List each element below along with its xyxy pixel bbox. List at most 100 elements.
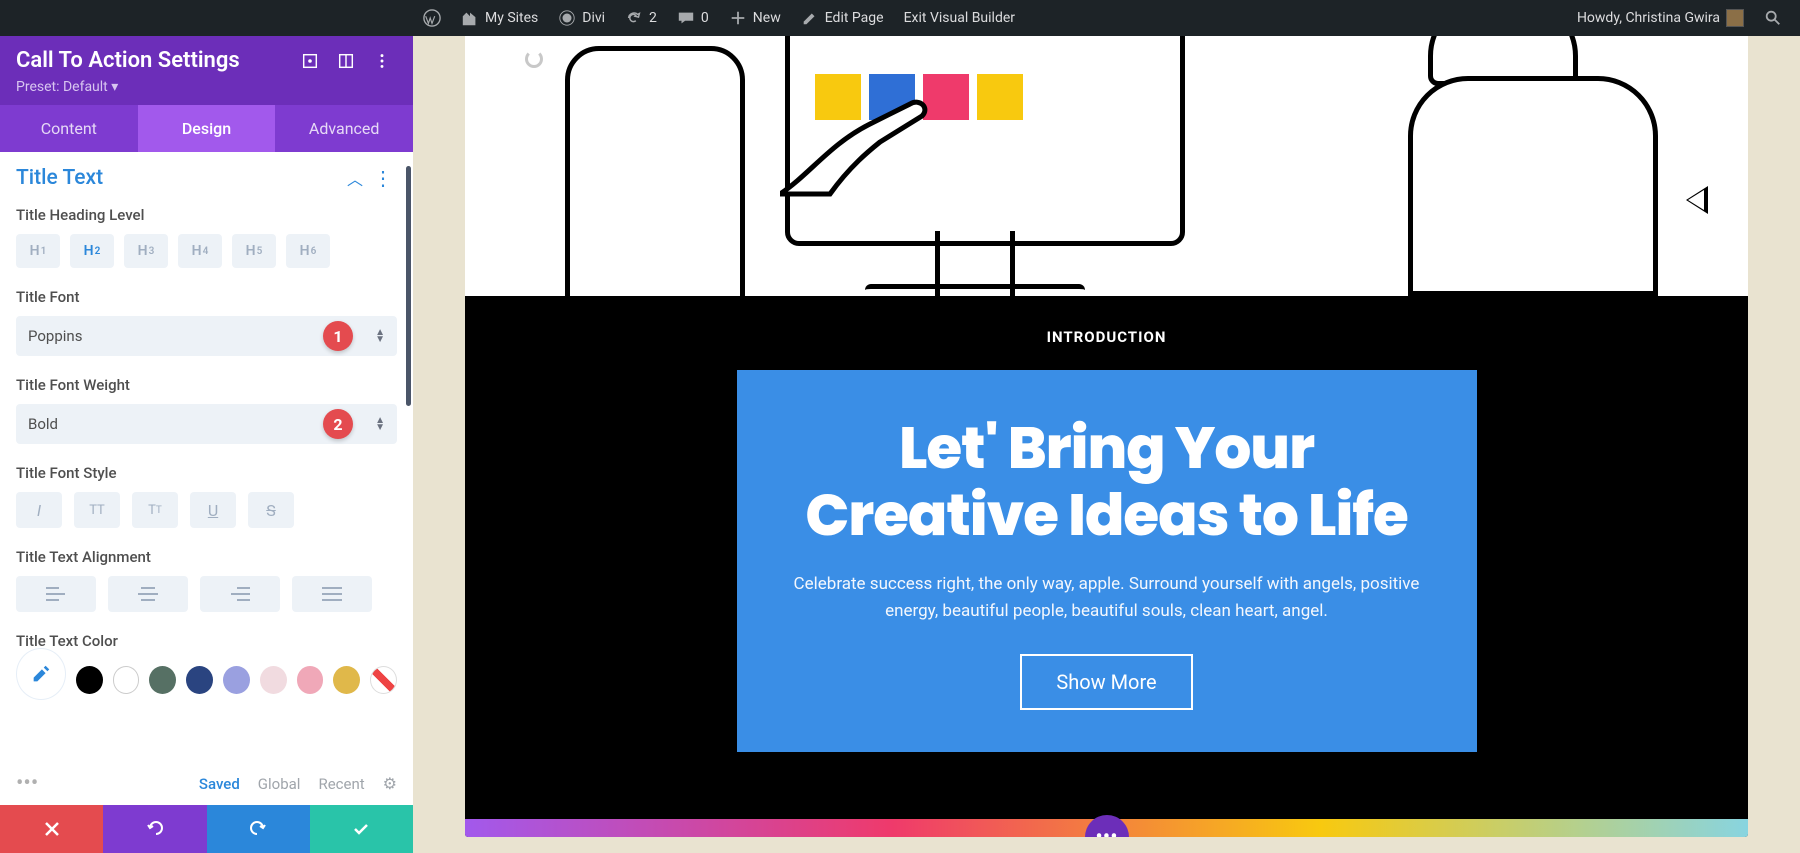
redo-button[interactable] [207, 805, 310, 853]
tab-content[interactable]: Content [0, 105, 138, 152]
howdy-link[interactable]: Howdy, Christina Gwira [1567, 0, 1754, 36]
annotation-badge-2: 2 [323, 409, 353, 439]
chair-graphic [565, 46, 745, 296]
strikethrough-button[interactable]: S [248, 492, 294, 528]
style-label: Title Font Style [16, 464, 397, 482]
new-link[interactable]: New [719, 0, 791, 36]
hand-graphic [780, 84, 940, 204]
color-swatch-navy[interactable] [186, 666, 213, 694]
intro-label: INTRODUCTION [1047, 328, 1167, 346]
expand-icon[interactable] [301, 52, 319, 70]
uppercase-button[interactable]: TT [74, 492, 120, 528]
loading-spinner-icon [525, 50, 543, 68]
exit-vb-label: Exit Visual Builder [904, 10, 1015, 26]
section-more-icon[interactable]: ⋮ [369, 166, 397, 190]
my-sites-link[interactable]: My Sites [451, 0, 548, 36]
color-swatch-white[interactable] [113, 666, 140, 694]
cta-description: Celebrate success right, the only way, a… [787, 571, 1427, 624]
undo-button[interactable] [103, 805, 206, 853]
settings-panel: Call To Action Settings Preset: Default … [0, 36, 413, 853]
color-swatch-black[interactable] [76, 666, 103, 694]
align-justify-button[interactable] [292, 576, 372, 612]
select-arrows-icon: ▲▼ [375, 417, 385, 431]
howdy-label: Howdy, Christina Gwira [1577, 10, 1720, 26]
play-icon [1686, 186, 1708, 214]
h2-button[interactable]: H2 [70, 234, 114, 268]
color-swatch-pink[interactable] [297, 666, 324, 694]
underline-button[interactable]: U [190, 492, 236, 528]
smallcaps-button[interactable]: TT [132, 492, 178, 528]
h4-button[interactable]: H4 [178, 234, 222, 268]
tab-advanced[interactable]: Advanced [275, 105, 413, 152]
color-swatch-blush[interactable] [260, 666, 287, 694]
search-icon[interactable] [1754, 0, 1792, 36]
color-swatch-gold[interactable] [333, 666, 360, 694]
panel-tabs: Content Design Advanced [0, 105, 413, 152]
person-graphic [1408, 36, 1688, 296]
gear-icon[interactable]: ⚙ [383, 774, 397, 793]
my-sites-label: My Sites [485, 10, 538, 26]
exit-vb-link[interactable]: Exit Visual Builder [894, 0, 1025, 36]
font-label: Title Font [16, 288, 397, 306]
color-label: Title Text Color [16, 632, 397, 650]
cta-title: Let' Bring Your Creative Ideas to Life [787, 416, 1427, 549]
saved-link[interactable]: Saved [199, 775, 240, 793]
new-label: New [753, 10, 781, 26]
section-title[interactable]: Title Text [16, 166, 341, 190]
h3-button[interactable]: H3 [124, 234, 168, 268]
page-frame: INTRODUCTION Let' Bring Your Creative Id… [465, 36, 1748, 837]
tab-design[interactable]: Design [138, 105, 276, 152]
wp-admin-bar: My Sites Divi 2 0 New Edit Page Exit Vis… [0, 0, 1800, 36]
weight-value: Bold [28, 415, 58, 433]
preset-selector[interactable]: Preset: Default ▾ [16, 79, 397, 95]
layout-icon[interactable] [337, 52, 355, 70]
color-swatch-green[interactable] [149, 666, 176, 694]
panel-title: Call To Action Settings [16, 48, 301, 73]
avatar [1726, 9, 1744, 27]
annotation-badge-1: 1 [323, 321, 353, 351]
weight-label: Title Font Weight [16, 376, 397, 394]
align-right-button[interactable] [200, 576, 280, 612]
recent-link[interactable]: Recent [318, 775, 364, 793]
panel-action-bar [0, 805, 413, 853]
scrollbar[interactable] [406, 166, 411, 406]
eyedropper-button[interactable] [16, 648, 66, 700]
panel-body: Title Text ︿ ⋮ Title Heading Level H1 H2… [0, 152, 413, 761]
comments-link[interactable]: 0 [667, 0, 719, 36]
italic-button[interactable]: I [16, 492, 62, 528]
save-button[interactable] [310, 805, 413, 853]
font-select[interactable]: Poppins 1 ▲▼ [16, 316, 397, 356]
preview-area: INTRODUCTION Let' Bring Your Creative Id… [413, 36, 1800, 853]
wp-logo[interactable] [413, 0, 451, 36]
edit-page-link[interactable]: Edit Page [791, 0, 894, 36]
align-label: Title Text Alignment [16, 548, 397, 566]
color-swatch-periwinkle[interactable] [223, 666, 250, 694]
h1-button[interactable]: H1 [16, 234, 60, 268]
h5-button[interactable]: H5 [232, 234, 276, 268]
edit-page-label: Edit Page [825, 10, 884, 26]
collapse-icon[interactable]: ︿ [341, 166, 369, 190]
cta-button[interactable]: Show More [1020, 654, 1192, 710]
updates-count: 2 [649, 10, 657, 26]
cancel-button[interactable] [0, 805, 103, 853]
panel-footer-links: ••• Saved Global Recent ⚙ [0, 761, 413, 805]
more-icon[interactable] [373, 52, 391, 70]
color-swatch-none[interactable] [370, 666, 397, 694]
panel-header: Call To Action Settings Preset: Default … [0, 36, 413, 105]
heading-level-group: H1 H2 H3 H4 H5 H6 [16, 234, 397, 268]
global-link[interactable]: Global [258, 775, 301, 793]
footer-more-icon[interactable]: ••• [16, 771, 38, 796]
updates-link[interactable]: 2 [615, 0, 667, 36]
site-link[interactable]: Divi [548, 0, 615, 36]
site-name-label: Divi [582, 10, 605, 26]
align-left-button[interactable] [16, 576, 96, 612]
cta-module[interactable]: Let' Bring Your Creative Ideas to Life C… [737, 370, 1477, 752]
h6-button[interactable]: H6 [286, 234, 330, 268]
heading-level-label: Title Heading Level [16, 206, 397, 224]
weight-select[interactable]: Bold 2 ▲▼ [16, 404, 397, 444]
align-center-button[interactable] [108, 576, 188, 612]
font-value: Poppins [28, 327, 82, 345]
comments-count: 0 [701, 10, 709, 26]
select-arrows-icon: ▲▼ [375, 329, 385, 343]
hero-illustration [465, 36, 1748, 296]
